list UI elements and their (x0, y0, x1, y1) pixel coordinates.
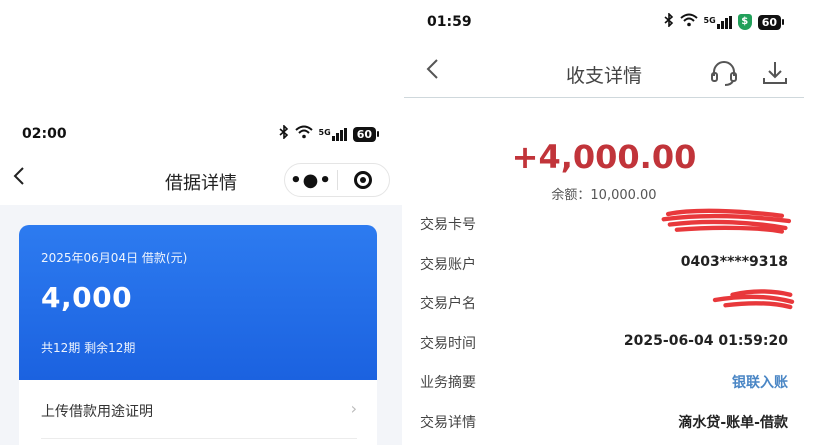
nav-bar: 收支详情 (404, 48, 804, 98)
status-time: 02:00 (22, 126, 67, 142)
detail-value: 0403****9318 (680, 253, 788, 270)
status-bar: 02:00 5G 60 (0, 120, 402, 150)
loan-term: 共12期 剩余12期 (41, 341, 136, 355)
redaction-scribble (712, 289, 795, 310)
wifi-icon (294, 125, 313, 143)
detail-row-time: 交易时间 2025-06-04 01:59:20 (404, 322, 804, 362)
detail-key: 交易详情 (420, 414, 476, 431)
detail-key: 交易账户 (420, 256, 476, 273)
shield-icon: $ (737, 14, 752, 30)
detail-row-summary: 业务摘要 银联入账 (404, 361, 804, 401)
upload-proof-label: 上传借款用途证明 (41, 404, 153, 420)
miniapp-capsule: •●• (284, 163, 390, 197)
bluetooth-icon (279, 124, 289, 143)
transaction-amount: +4,000.00 (511, 138, 697, 176)
battery-icon: 60 (757, 14, 785, 30)
detail-list: 交易卡号 交易账户 0403****9318 交易户名 交易时间 2025-06… (404, 203, 804, 440)
detail-value-link[interactable]: 银联入账 (732, 372, 788, 392)
more-dots-icon[interactable]: •●• (285, 170, 337, 191)
detail-key: 交易时间 (420, 335, 476, 352)
status-time: 01:59 (427, 14, 472, 30)
bluetooth-icon (664, 12, 674, 31)
target-icon[interactable] (338, 171, 389, 189)
chevron-right-icon: › (350, 399, 357, 418)
redaction-scribble (661, 208, 792, 234)
wifi-icon (679, 13, 698, 31)
detail-row-account: 交易账户 0403****9318 (404, 243, 804, 283)
detail-key: 交易户名 (420, 296, 476, 312)
upload-proof-row[interactable]: 上传借款用途证明 › (19, 380, 377, 445)
headset-icon[interactable] (709, 58, 739, 88)
signal-icon: 5G (703, 15, 732, 29)
detail-key: 业务摘要 (420, 375, 476, 391)
loan-card: 2025年06月04日 借款(元) 4,000 共12期 剩余12期 (19, 225, 377, 380)
detail-value: 2025-06-04 01:59:20 (623, 332, 788, 349)
detail-row-card-number: 交易卡号 (404, 203, 804, 243)
page-title: 收支详情 (565, 65, 642, 87)
detail-key: 交易卡号 (420, 217, 476, 233)
loan-detail-screen: 02:00 5G 60 借据详情 •●• 2025年06月04日 借款(元) 4… (0, 0, 402, 445)
download-icon[interactable] (760, 58, 790, 88)
nav-bar: 借据详情 •●• (0, 155, 402, 205)
detail-row-details: 交易详情 滴水贷-账单-借款 (404, 401, 804, 441)
status-icons: 5G 60 (279, 124, 380, 143)
loan-date-label: 2025年06月04日 借款(元) (41, 251, 188, 265)
signal-icon: 5G (318, 127, 347, 141)
transaction-detail-screen: 01:59 5G $ 60 收支详情 +4,000.00 余额：10,000.0… (404, 0, 819, 445)
detail-row-account-name: 交易户名 (404, 282, 804, 322)
signal-label: 5G (318, 127, 331, 137)
detail-value: 滴水贷-账单-借款 (678, 414, 788, 431)
loan-amount: 4,000 (41, 281, 133, 314)
status-icons: 5G $ 60 (664, 12, 785, 31)
screenshot-composite: 02:00 5G 60 借据详情 •●• 2025年06月04日 借款(元) 4… (0, 0, 819, 445)
signal-label: 5G (703, 15, 716, 25)
row-divider (41, 438, 357, 439)
battery-icon: 60 (352, 126, 380, 142)
balance-text: 余额：10,000.00 (551, 188, 657, 203)
